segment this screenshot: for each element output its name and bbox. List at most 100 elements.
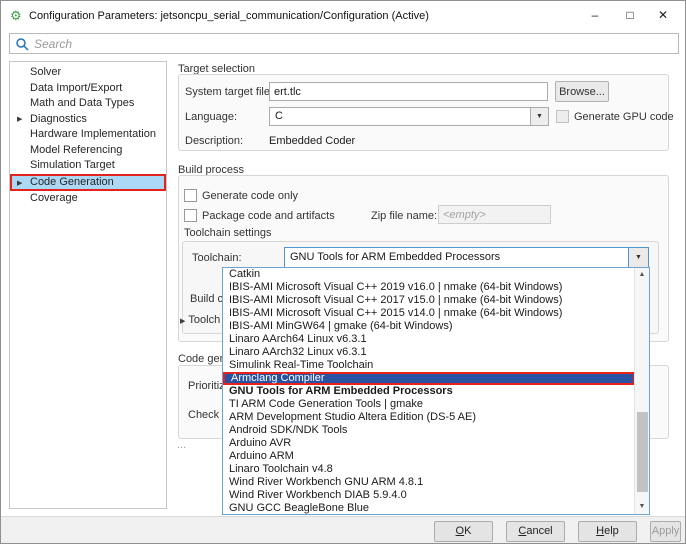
configuration-parameters-dialog: ⚙ Configuration Parameters: jetsoncpu_se…: [0, 0, 686, 544]
toolchain-option[interactable]: Simulink Real-Time Toolchain: [223, 359, 635, 372]
generate-gpu-code-checkbox[interactable]: [556, 110, 569, 123]
toolchain-settings-label: Toolchain settings: [184, 227, 272, 239]
toolchain-option-label: IBIS-AMI MinGW64 | gmake (64-bit Windows…: [229, 320, 453, 332]
package-code-checkbox[interactable]: [184, 209, 197, 222]
package-code-label: Package code and artifacts: [202, 210, 335, 222]
generate-code-only-label: Generate code only: [202, 190, 299, 202]
sidebar-item[interactable]: ▶ Solver: [10, 65, 166, 81]
sidebar-item[interactable]: ▶ Hardware Implementation: [10, 127, 166, 143]
language-dropdown-button[interactable]: ▼: [530, 108, 548, 125]
search-box[interactable]: [9, 33, 679, 54]
toolchain-option-label: ARM Development Studio Altera Edition (D…: [229, 411, 477, 423]
zip-file-name-label: Zip file name:: [371, 210, 438, 222]
sidebar-item-label: Simulation Target: [30, 159, 115, 171]
description-label: Description:: [185, 135, 244, 147]
toolchain-option-label: IBIS-AMI Microsoft Visual C++ 2015 v14.0…: [229, 307, 563, 319]
generate-code-only-checkbox[interactable]: [184, 189, 197, 202]
description-value: Embedded Coder: [269, 135, 356, 147]
sidebar-item[interactable]: ▶ Math and Data Types: [10, 96, 166, 112]
close-button[interactable]: ✕: [650, 4, 676, 27]
toolchain-option-label: IBIS-AMI Microsoft Visual C++ 2019 v16.0…: [229, 281, 563, 293]
toolchain-option-label: Wind River Workbench DIAB 5.9.4.0: [229, 489, 407, 501]
language-value: C: [275, 110, 283, 122]
language-label: Language:: [185, 111, 237, 123]
sidebar-item-label: Code Generation: [30, 175, 114, 188]
toolchain-option[interactable]: Armclang Compiler: [223, 372, 635, 385]
chevron-down-icon: ▼: [536, 113, 543, 120]
minimize-button[interactable]: –: [582, 4, 608, 27]
sidebar-item-label: Hardware Implementation: [30, 128, 156, 140]
toolchain-option[interactable]: IBIS-AMI Microsoft Visual C++ 2015 v14.0…: [223, 307, 635, 320]
language-combo[interactable]: C ▼: [269, 107, 549, 126]
toolchain-option[interactable]: TI ARM Code Generation Tools | gmake: [223, 398, 635, 411]
expand-arrow-icon: ▶: [180, 318, 186, 325]
toolchain-option[interactable]: GNU Tools for ARM Embedded Processors: [223, 385, 635, 398]
build-configuration-label-clipped: Build c: [190, 293, 224, 305]
search-input[interactable]: [34, 35, 664, 52]
toolchain-details-label-clipped[interactable]: ▶ Toolch: [180, 314, 220, 326]
toolchain-option[interactable]: ARM Development Studio Altera Edition (D…: [223, 411, 635, 424]
toolchain-option-list: Catkin IBIS-AMI Microsoft Visual C++ 201…: [223, 268, 635, 514]
expand-arrow-icon[interactable]: ▶: [17, 177, 22, 190]
toolchain-option[interactable]: Wind River Workbench DIAB 5.9.4.0: [223, 489, 635, 502]
dialog-button[interactable]: OK: [434, 520, 493, 542]
dialog-button[interactable]: Cancel: [506, 520, 565, 542]
footer-bar: OK Cancel Help Apply: [1, 516, 685, 543]
toolchain-option[interactable]: IBIS-AMI Microsoft Visual C++ 2017 v15.0…: [223, 294, 635, 307]
sidebar-item[interactable]: ▶ Diagnostics: [10, 112, 166, 128]
sidebar-item-label: Math and Data Types: [30, 97, 135, 109]
toolchain-option[interactable]: IBIS-AMI Microsoft Visual C++ 2019 v16.0…: [223, 281, 635, 294]
browse-button[interactable]: Browse...: [555, 81, 609, 102]
dialog-button[interactable]: Help: [578, 520, 637, 542]
toolchain-option-label: Linaro AArch64 Linux v6.3.1: [229, 333, 367, 345]
toolchain-option[interactable]: Linaro AArch32 Linux v6.3.1: [223, 346, 635, 359]
toolchain-dropdown-button[interactable]: ▼: [628, 248, 648, 267]
sidebar-item-label: Model Referencing: [30, 143, 123, 156]
sidebar-item[interactable]: ▶ Simulation Target: [10, 158, 166, 174]
title-bar: ⚙ Configuration Parameters: jetsoncpu_se…: [1, 1, 685, 31]
scrollbar-thumb[interactable]: [637, 412, 648, 492]
scroll-down-icon[interactable]: ▼: [635, 500, 649, 514]
toolchain-option-label: Catkin: [229, 268, 261, 280]
sidebar-item[interactable]: ▶ Coverage: [10, 191, 166, 207]
maximize-button[interactable]: □: [617, 4, 643, 27]
toolchain-value: GNU Tools for ARM Embedded Processors: [290, 251, 501, 263]
sidebar-item[interactable]: ▶ Code Generation: [10, 173, 166, 191]
toolchain-option-label: TI ARM Code Generation Tools | gmake: [229, 398, 424, 410]
dialog-button[interactable]: Apply: [650, 520, 681, 542]
toolchain-option-label: Linaro Toolchain v4.8: [229, 463, 333, 475]
chevron-down-icon: ▼: [635, 254, 642, 261]
toolchain-option[interactable]: Arduino ARM: [223, 450, 635, 463]
toolchain-option[interactable]: Linaro AArch64 Linux v6.3.1: [223, 333, 635, 346]
toolchain-option[interactable]: Catkin: [223, 268, 635, 281]
scroll-up-icon[interactable]: ▲: [635, 268, 649, 282]
sidebar-item-label: Diagnostics: [30, 112, 87, 125]
generate-gpu-code-label: Generate GPU code: [574, 111, 674, 123]
toolchain-option[interactable]: IBIS-AMI MinGW64 | gmake (64-bit Windows…: [223, 320, 635, 333]
toolchain-combo[interactable]: GNU Tools for ARM Embedded Processors ▼: [284, 247, 649, 268]
search-icon: [15, 37, 30, 55]
toolchain-option-label: Linaro AArch32 Linux v6.3.1: [229, 346, 367, 358]
toolchain-option-label: GNU GCC BeagleBone Blue: [229, 502, 370, 514]
toolchain-option[interactable]: GNU GCC BeagleBone Blue: [223, 502, 635, 514]
toolchain-option[interactable]: Arduino AVR: [223, 437, 635, 450]
toolchain-option[interactable]: Android SDK/NDK Tools: [223, 424, 635, 437]
category-tree: ▶ Solver ▶ Data Import/Export ▶ Math and…: [9, 61, 167, 509]
toolchain-option-label: Armclang Compiler: [231, 372, 325, 384]
expand-arrow-icon[interactable]: ▶: [17, 112, 22, 128]
sidebar-item-label: Solver: [30, 66, 62, 78]
system-target-file-input[interactable]: [269, 82, 548, 101]
sidebar-item[interactable]: ▶ Model Referencing: [10, 143, 166, 159]
zip-file-name-input[interactable]: [438, 205, 551, 224]
dropdown-scrollbar[interactable]: ▲ ▼: [634, 268, 649, 514]
clipped-ellipsis: ...: [177, 439, 187, 451]
sidebar-item-label: Data Import/Export: [30, 81, 123, 94]
toolchain-option[interactable]: Wind River Workbench GNU ARM 4.8.1: [223, 476, 635, 489]
gear-icon: ⚙: [10, 8, 22, 23]
sidebar-item[interactable]: ▶ Data Import/Export: [10, 81, 166, 97]
toolchain-option-label: GNU Tools for ARM Embedded Processors: [229, 385, 453, 397]
system-target-file-label: System target file:: [185, 86, 274, 98]
toolchain-option-label: Android SDK/NDK Tools: [229, 424, 348, 436]
toolchain-option[interactable]: Linaro Toolchain v4.8: [223, 463, 635, 476]
window-title: Configuration Parameters: jetsoncpu_seri…: [29, 10, 429, 22]
